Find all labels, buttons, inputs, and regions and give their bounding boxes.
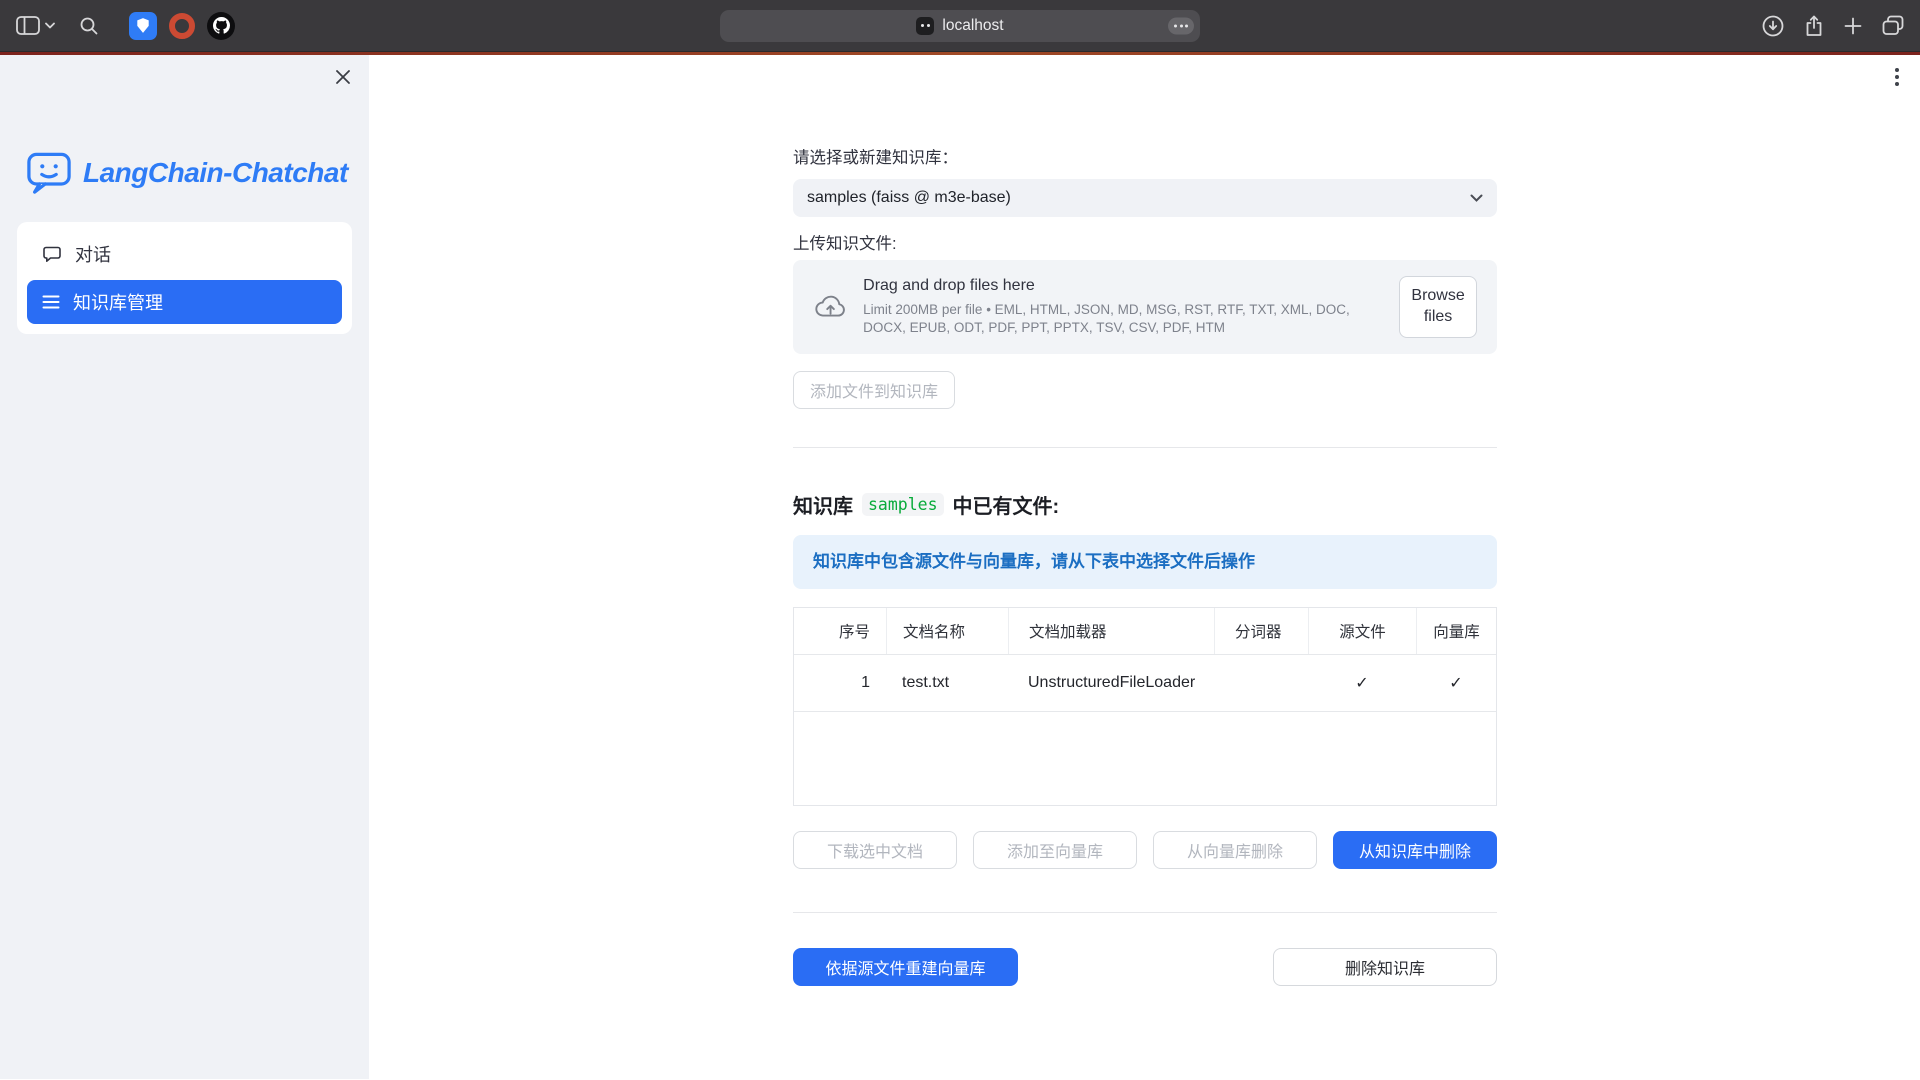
tab-overview-icon [1882, 15, 1904, 36]
browse-files-button[interactable]: Browse files [1399, 276, 1477, 338]
col-header-loader: 文档加载器 [1008, 608, 1214, 654]
kb-files-table: 序号 文档名称 文档加载器 分词器 源文件 向量库 1 test.txt Uns… [793, 607, 1497, 806]
sidebar-toggle-icon [16, 16, 40, 35]
dropzone-title: Drag and drop files here [863, 277, 1383, 295]
chevron-down-icon [1470, 194, 1483, 202]
kb-heading-prefix: 知识库 [793, 490, 853, 519]
col-header-vector: 向量库 [1416, 608, 1496, 654]
plus-icon [1843, 16, 1863, 36]
cell-source-check: ✓ [1308, 655, 1416, 711]
search-icon [79, 16, 99, 36]
main-area: 请选择或新建知识库： samples (faiss @ m3e-base) 上传… [369, 55, 1920, 1079]
share-button[interactable] [1804, 14, 1824, 38]
cell-vector-check: ✓ [1416, 655, 1496, 711]
kb-select-label: 请选择或新建知识库： [793, 148, 1497, 168]
sidebar-nav: 对话 知识库管理 [17, 222, 352, 334]
shield-glyph [136, 18, 151, 34]
kb-list-icon [42, 294, 60, 310]
sidebar-toggle-button[interactable] [16, 16, 55, 35]
sidebar: LangChain-Chatchat 对话 知识库管理 [0, 55, 369, 1079]
content-column: 请选择或新建知识库： samples (faiss @ m3e-base) 上传… [793, 55, 1497, 986]
col-header-name: 文档名称 [886, 608, 1008, 654]
divider [793, 912, 1497, 913]
search-button[interactable] [79, 16, 99, 36]
github-extension-icon[interactable] [207, 12, 235, 40]
file-action-buttons: 下载选中文档 添加至向量库 从向量库删除 从知识库中删除 [793, 831, 1497, 869]
col-header-source: 源文件 [1308, 608, 1416, 654]
new-tab-button[interactable] [1843, 16, 1863, 36]
file-dropzone[interactable]: Drag and drop files here Limit 200MB per… [793, 260, 1497, 354]
rebuild-vector-store-button[interactable]: 依据源文件重建向量库 [793, 948, 1018, 986]
kb-select-value: samples (faiss @ m3e-base) [807, 189, 1011, 207]
cell-splitter [1214, 655, 1308, 711]
chevron-down-icon [45, 22, 55, 29]
table-row[interactable]: 1 test.txt UnstructuredFileLoader ✓ ✓ [794, 654, 1496, 712]
remove-from-vector-store-button[interactable]: 从向量库删除 [1153, 831, 1317, 869]
browser-toolbar: localhost [0, 0, 1920, 52]
sidebar-item-chat[interactable]: 对话 [27, 232, 342, 276]
blue-extension-icon[interactable] [129, 12, 157, 40]
cloud-upload-icon [813, 293, 847, 321]
github-icon [213, 17, 230, 34]
download-icon [1761, 14, 1785, 38]
app-logo-text: LangChain-Chatchat [83, 157, 348, 189]
col-header-index: 序号 [794, 608, 886, 654]
kb-heading-suffix: 中已有文件: [953, 490, 1060, 519]
chat-logo-icon [26, 151, 72, 195]
extension-icons [129, 12, 235, 40]
sidebar-item-label: 知识库管理 [73, 289, 163, 315]
app-menu-button[interactable] [1894, 67, 1900, 90]
kebab-menu-icon [1894, 67, 1900, 87]
address-bar[interactable]: localhost [720, 10, 1200, 42]
cell-name: test.txt [886, 655, 1008, 711]
dropzone-limit: Limit 200MB per file • EML, HTML, JSON, … [863, 301, 1383, 337]
sidebar-item-label: 对话 [75, 241, 111, 267]
orange-extension-icon[interactable] [169, 13, 195, 39]
cell-loader: UnstructuredFileLoader [1008, 655, 1214, 711]
downloads-button[interactable] [1761, 14, 1785, 38]
kb-select[interactable]: samples (faiss @ m3e-base) [793, 179, 1497, 217]
close-icon [335, 69, 351, 85]
cell-index: 1 [794, 655, 886, 711]
download-selected-button[interactable]: 下载选中文档 [793, 831, 957, 869]
kb-footer-actions: 依据源文件重建向量库 删除知识库 [793, 948, 1497, 986]
tab-overview-button[interactable] [1882, 15, 1904, 36]
add-to-vector-store-button[interactable]: 添加至向量库 [973, 831, 1137, 869]
kb-info-box: 知识库中包含源文件与向量库，请从下表中选择文件后操作 [793, 535, 1497, 589]
delete-kb-button[interactable]: 删除知识库 [1273, 948, 1497, 986]
sidebar-close-button[interactable] [335, 69, 351, 88]
delete-from-kb-button[interactable]: 从知识库中删除 [1333, 831, 1497, 869]
upload-label: 上传知识文件: [793, 234, 1497, 254]
col-header-splitter: 分词器 [1214, 608, 1308, 654]
table-header-row: 序号 文档名称 文档加载器 分词器 源文件 向量库 [794, 608, 1496, 654]
share-icon [1804, 14, 1824, 38]
kb-name-code: samples [862, 493, 944, 516]
app-logo: LangChain-Chatchat [26, 151, 369, 195]
chat-bubble-icon [42, 244, 62, 264]
site-favicon [916, 17, 934, 35]
address-url: localhost [942, 17, 1003, 35]
kb-files-heading: 知识库 samples 中已有文件: [793, 490, 1497, 519]
extensions-ellipsis-icon[interactable] [1168, 17, 1194, 34]
add-files-to-kb-button[interactable]: 添加文件到知识库 [793, 371, 955, 409]
sidebar-item-kb-management[interactable]: 知识库管理 [27, 280, 342, 324]
divider [793, 447, 1497, 448]
